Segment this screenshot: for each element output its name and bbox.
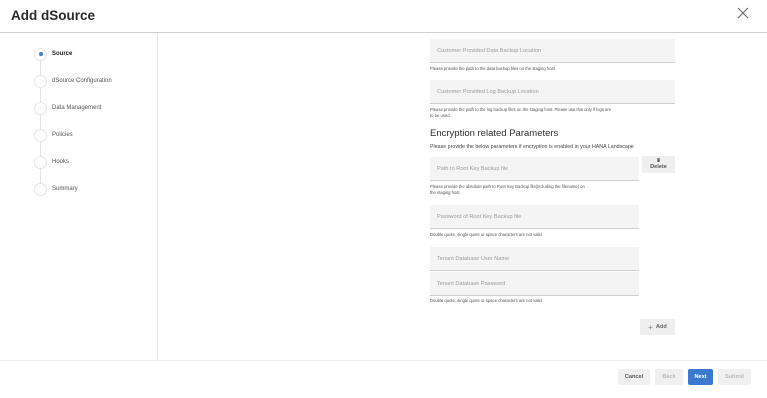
delete-label: Delete [650,164,667,170]
step-label: dSource Configuration [52,78,112,84]
step-indicator [34,101,47,115]
root-key-path-input[interactable] [430,157,639,181]
root-key-password-hint: Double quote, single quote or space char… [430,232,543,237]
data-backup-location-field [430,39,675,63]
step-source[interactable]: Source [34,47,72,61]
encryption-section-title: Encryption related Parameters [430,128,559,139]
dialog-title: Add dSource [11,8,96,23]
step-data-management[interactable]: Data Management [34,101,101,115]
submit-button[interactable]: Submit [718,369,751,385]
step-hooks[interactable]: Hooks [34,155,69,169]
step-indicator [34,74,47,88]
step-label: Policies [52,132,73,138]
log-backup-location-field [430,80,675,104]
step-indicator [34,182,47,196]
tenant-db-password-field [430,272,639,296]
step-label: Summary [52,186,78,192]
step-indicator [34,128,47,142]
data-backup-hint: Please provide the path to the data back… [430,66,555,71]
dialog-header: Add dSource [0,0,767,33]
log-backup-hint-line1: Please provide the path to the log backu… [430,107,612,112]
root-key-path-hint-line2: the staging host. [430,190,461,195]
next-button[interactable]: Next [688,369,713,385]
footer-divider [0,360,767,361]
log-backup-hint-line2: to be used. [430,113,451,118]
tenant-db-user-field [430,247,639,271]
tenant-db-user-input[interactable] [430,247,639,271]
log-backup-location-input[interactable] [430,80,675,104]
back-button[interactable]: Back [655,369,683,385]
delete-button[interactable]: Delete [642,156,675,173]
encryption-section-subtitle: Please provide the below parameters if e… [430,144,634,150]
close-icon[interactable] [736,6,750,20]
cancel-button[interactable]: Cancel [618,369,650,385]
wizard-sidebar: Source dSource Configuration Data Manage… [0,33,158,360]
tenant-db-password-input[interactable] [430,272,639,296]
step-summary[interactable]: Summary [34,182,78,196]
step-label: Hooks [52,159,70,165]
plus-icon: + [648,322,653,332]
tenant-db-password-hint: Double quote, single quote or space char… [430,298,543,303]
step-label: Data Management [52,105,102,111]
step-dsource-configuration[interactable]: dSource Configuration [34,74,112,88]
add-button[interactable]: + Add [640,319,675,335]
add-label: Add [655,324,667,330]
step-policies[interactable]: Policies [34,128,73,142]
step-indicator [34,47,47,61]
root-key-path-field [430,157,639,181]
trash-icon [657,158,660,162]
step-label: Source [52,51,73,57]
root-key-password-field [430,205,639,229]
step-indicator [34,155,47,169]
root-key-password-input[interactable] [430,205,639,229]
data-backup-location-input[interactable] [430,39,675,63]
